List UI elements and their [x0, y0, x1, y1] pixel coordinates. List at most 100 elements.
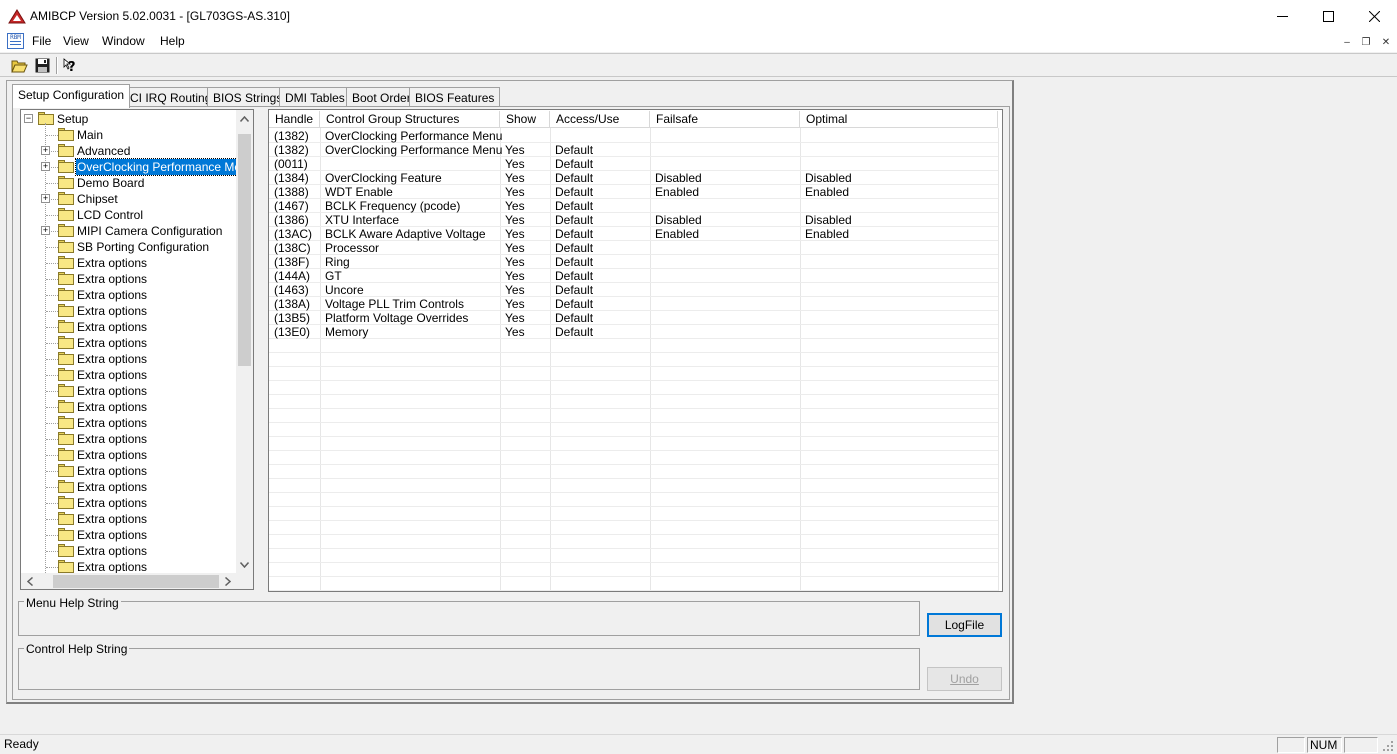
- grid-row-line: [269, 492, 998, 493]
- tree-item[interactable]: Extra options: [21, 383, 235, 399]
- context-help-button[interactable]: ?: [61, 56, 81, 75]
- tree-item[interactable]: LCD Control: [21, 207, 235, 223]
- table-row[interactable]: (1386) XTU Interface Yes Default Disabled Dis…: [269, 213, 998, 227]
- table-row[interactable]: (13B5) Platform Voltage Overrides Yes Defau…: [269, 311, 998, 325]
- mdi-minimize-button[interactable]: –: [1339, 35, 1355, 49]
- save-button[interactable]: [32, 56, 52, 75]
- mdi-close-button[interactable]: ✕: [1378, 35, 1394, 49]
- table-row[interactable]: (0011) Yes Default: [269, 157, 998, 171]
- status-pane-scroll: [1344, 737, 1378, 753]
- scroll-right-arrow-icon[interactable]: [219, 573, 236, 589]
- table-row[interactable]: (13AC) BCLK Aware Adaptive Voltage Yes Defa…: [269, 227, 998, 241]
- tree-item[interactable]: Extra options: [21, 367, 235, 383]
- expand-icon[interactable]: +: [41, 162, 50, 171]
- tree-item[interactable]: Extra options: [21, 351, 235, 367]
- col-optimal-header[interactable]: Optimal: [800, 111, 998, 128]
- scroll-left-arrow-icon[interactable]: [21, 573, 38, 589]
- tree-horizontal-scrollbar[interactable]: [21, 573, 236, 589]
- tree-item-label: Advanced: [77, 144, 131, 158]
- table-row[interactable]: (1388) WDT Enable Yes Default Enabled Enabled: [269, 185, 998, 199]
- tree-item[interactable]: Extra options: [21, 319, 235, 335]
- table-row[interactable]: (144A) GT Yes Default: [269, 269, 998, 283]
- tree-connector: [46, 519, 58, 520]
- tree-vertical-scrollbar[interactable]: [236, 110, 253, 573]
- table-row[interactable]: (13E0) Memory Yes Default: [269, 325, 998, 339]
- menu-help[interactable]: Help: [160, 34, 185, 48]
- open-button[interactable]: [9, 56, 29, 75]
- tree-vertical-scroll-thumb[interactable]: [238, 134, 251, 366]
- tab-dmi-tables[interactable]: DMI Tables: [279, 87, 351, 107]
- scroll-down-arrow-icon[interactable]: [236, 556, 253, 573]
- col-control-group-cell: GT: [325, 269, 342, 283]
- tree-item[interactable]: SB Porting Configuration: [21, 239, 235, 255]
- tree-item-label: MIPI Camera Configuration: [77, 224, 223, 238]
- table-row[interactable]: (138F) Ring Yes Default: [269, 255, 998, 269]
- col-optimal-cell: [800, 255, 998, 269]
- tab-setup-configuration[interactable]: Setup Configuration: [12, 84, 131, 108]
- table-row[interactable]: (1384) OverClocking Feature Yes Default Disa…: [269, 171, 998, 185]
- expand-icon[interactable]: +: [41, 146, 50, 155]
- expand-icon[interactable]: +: [41, 226, 50, 235]
- tree-item[interactable]: Extra options: [21, 335, 235, 351]
- col-handle-cell: (1382): [274, 129, 309, 143]
- tree-item[interactable]: Main: [21, 127, 235, 143]
- col-show-header[interactable]: Show: [500, 111, 550, 128]
- tree-connector: [46, 567, 58, 568]
- setup-tree-view[interactable]: − Setup Main + Advanced + OverClocking Perform…: [20, 109, 254, 590]
- tree-horizontal-scroll-thumb[interactable]: [53, 575, 219, 588]
- tree-item[interactable]: Extra options: [21, 527, 235, 543]
- tree-item[interactable]: Extra options: [21, 399, 235, 415]
- collapse-icon[interactable]: −: [24, 114, 33, 123]
- undo-button[interactable]: Undo: [927, 667, 1002, 691]
- table-row[interactable]: (1463) Uncore Yes Default: [269, 283, 998, 297]
- col-failsafe-cell: [650, 297, 800, 311]
- tree-item[interactable]: Extra options: [21, 271, 235, 287]
- maximize-button[interactable]: [1305, 0, 1351, 32]
- table-row[interactable]: (1467) BCLK Frequency (pcode) Yes Default: [269, 199, 998, 213]
- tree-item[interactable]: Demo Board: [21, 175, 235, 191]
- tree-item[interactable]: Extra options: [21, 431, 235, 447]
- tree-item[interactable]: Extra options: [21, 415, 235, 431]
- tree-connector: [46, 311, 58, 312]
- tree-item[interactable]: + Advanced: [21, 143, 235, 159]
- control-group-grid[interactable]: Handle Control Group Structures Show Access…: [268, 109, 1003, 592]
- tree-item[interactable]: Extra options: [21, 303, 235, 319]
- scroll-up-arrow-icon[interactable]: [236, 110, 253, 127]
- tree-item[interactable]: Extra options: [21, 447, 235, 463]
- tab-boot-order[interactable]: Boot Order: [346, 87, 417, 107]
- col-control-group-header[interactable]: Control Group Structures: [320, 111, 500, 128]
- tree-item[interactable]: Extra options: [21, 495, 235, 511]
- status-pane-num: NUM: [1307, 737, 1342, 753]
- tree-item[interactable]: Extra options: [21, 543, 235, 559]
- tree-item[interactable]: + OverClocking Performance Menu: [21, 158, 253, 176]
- tree-item[interactable]: Extra options: [21, 511, 235, 527]
- tree-root[interactable]: − Setup: [21, 111, 235, 127]
- tree-item[interactable]: Extra options: [21, 463, 235, 479]
- tree-item[interactable]: + MIPI Camera Configuration: [21, 223, 235, 239]
- menu-view[interactable]: View: [63, 34, 89, 48]
- logfile-button[interactable]: LogFile: [927, 613, 1002, 637]
- col-access-header[interactable]: Access/Use: [550, 111, 650, 128]
- mdi-restore-button[interactable]: ❐: [1358, 35, 1374, 49]
- tab-pci-irq-routing[interactable]: PCI IRQ Routing: [116, 87, 218, 107]
- expand-icon[interactable]: +: [41, 194, 50, 203]
- tab-bios-strings[interactable]: BIOS Strings: [207, 87, 289, 107]
- col-failsafe-header[interactable]: Failsafe: [650, 111, 800, 128]
- tree-item[interactable]: Extra options: [21, 255, 235, 271]
- tree-item[interactable]: Extra options: [21, 287, 235, 303]
- tree-item[interactable]: + Chipset: [21, 191, 235, 207]
- table-row[interactable]: (1382) OverClocking Performance Menu: [269, 129, 998, 143]
- tab-bios-features[interactable]: BIOS Features: [409, 87, 501, 107]
- table-row[interactable]: (1382) OverClocking Performance Menu Yes De…: [269, 143, 998, 157]
- tree-connector: [46, 279, 58, 280]
- tree-item[interactable]: Extra options: [21, 479, 235, 495]
- minimize-button[interactable]: [1259, 0, 1305, 32]
- mdi-child-icon[interactable]: RBM: [7, 33, 24, 49]
- menu-window[interactable]: Window: [102, 34, 145, 48]
- table-row[interactable]: (138A) Voltage PLL Trim Controls Yes Defaul…: [269, 297, 998, 311]
- close-button[interactable]: [1351, 0, 1397, 32]
- tree-item-label: Extra options: [77, 368, 148, 382]
- menu-file[interactable]: File: [32, 34, 51, 48]
- col-handle-header[interactable]: Handle: [269, 111, 320, 128]
- table-row[interactable]: (138C) Processor Yes Default: [269, 241, 998, 255]
